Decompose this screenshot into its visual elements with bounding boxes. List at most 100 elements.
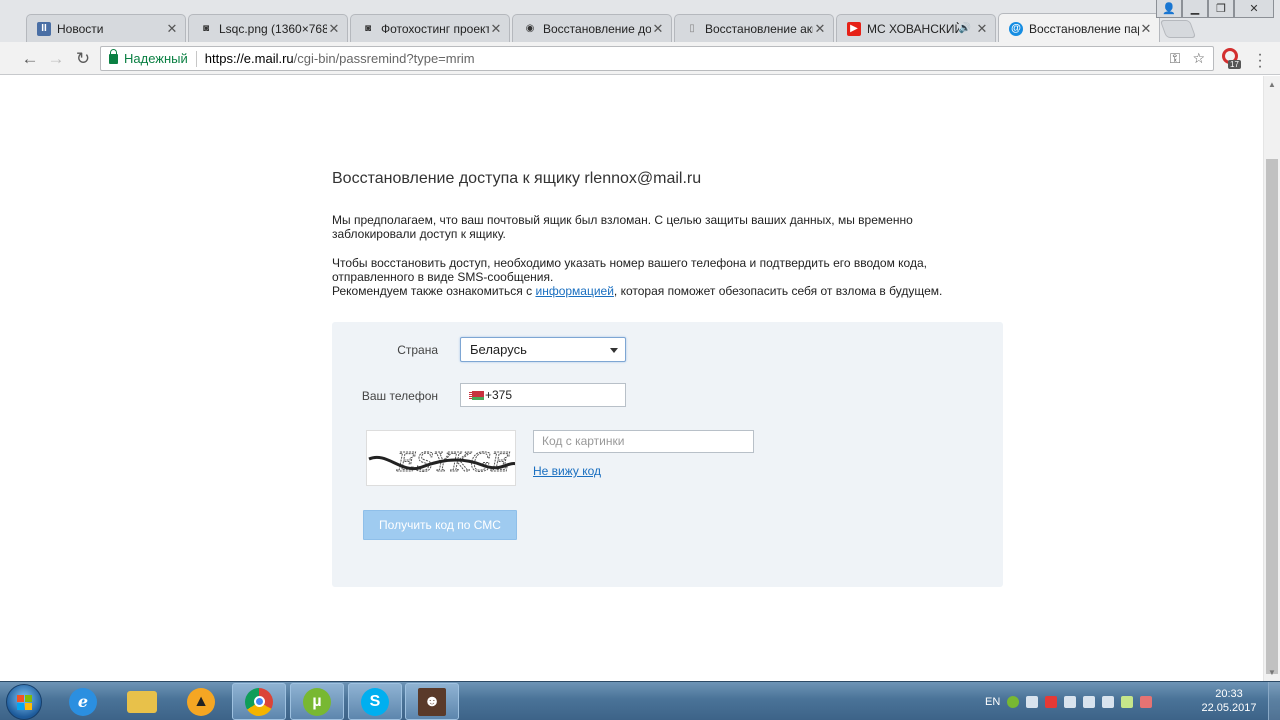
window-controls: 👤 ▁ ❐ ✕ [1156,0,1274,18]
internet-explorer-icon[interactable]: e [56,683,110,720]
system-tray: EN [985,682,1153,720]
page-title: Восстановление доступа к ящику rlennox@m… [332,170,702,187]
country-value: Беларусь [470,342,527,357]
skype-icon[interactable]: S [348,683,402,720]
close-icon[interactable]: ✕ [651,21,665,37]
utorrent-icon[interactable]: µ [290,683,344,720]
scroll-down-icon[interactable]: ▼ [1268,668,1276,677]
warning-icon[interactable] [1045,695,1058,708]
close-icon[interactable]: ✕ [489,21,503,37]
clock-date: 22.05.2017 [1201,702,1257,714]
network-icon[interactable] [1083,695,1096,708]
secure-label: Надежный [124,51,188,66]
close-icon[interactable]: ✕ [165,21,179,37]
tab-title: Восстановление акк [705,21,813,36]
tab-restore-password[interactable]: @ Восстановление пар ✕ [998,13,1160,43]
start-button[interactable] [6,684,42,720]
lock-icon [109,48,118,64]
hack-notice: Мы предполагаем, что ваш почтовый ящик б… [332,213,913,241]
country-label: Страна [397,343,438,357]
country-select[interactable]: Беларусь [460,337,626,362]
new-tab-button[interactable] [1159,20,1197,38]
opera-extension-icon[interactable]: 17 [1222,48,1242,69]
recommend-text: Рекомендуем также ознакомиться с [332,284,536,298]
file-explorer-icon[interactable] [115,683,169,720]
clock[interactable]: 20:33 22.05.2017 [1196,687,1262,715]
bookmark-star-icon[interactable]: ☆ [1192,50,1205,67]
belarus-flag-icon [469,391,484,400]
tab-photohosting[interactable]: ◙ Фотохостинг проект ✕ [350,14,510,42]
close-icon[interactable]: ✕ [1139,21,1153,37]
game-icon[interactable]: ☻ [405,683,459,720]
chevron-down-icon [610,348,618,353]
utorrent-tray-icon[interactable] [1007,695,1020,708]
url-path: /cgi-bin/passremind?type=mrim [293,51,475,66]
phone-input[interactable]: +375 [460,383,626,407]
menu-icon[interactable]: · · · [1256,47,1264,75]
key-icon[interactable]: ⚿ [1170,50,1181,67]
network-error-icon[interactable] [1140,695,1153,708]
close-icon[interactable]: ✕ [975,21,989,37]
language-indicator[interactable]: EN [985,696,1000,708]
tab-title: Восстановление дос [543,21,651,36]
user-icon[interactable]: 👤 [1156,0,1182,18]
windows-logo-icon [17,695,32,710]
battery-icon[interactable] [1064,695,1077,708]
recommend-text-end: , которая поможет обезопасить себя от вз… [613,284,943,298]
instructions-text: Чтобы восстановить доступ, необходимо ук… [332,256,927,284]
camera-icon: ◙ [364,23,372,34]
eye-icon: ◉ [525,23,535,34]
tab-news[interactable]: II Новости ✕ [26,14,186,42]
signal-icon[interactable] [1102,695,1115,708]
captcha-text: ESYKGE [396,448,510,478]
instructions: Чтобы восстановить доступ, необходимо ук… [332,256,952,298]
divider [195,50,197,67]
cant-see-code-link[interactable]: Не вижу код [533,464,601,478]
close-icon[interactable]: ✕ [813,21,827,37]
mailru-icon: @ [1009,21,1023,36]
tab-restore-account[interactable]: ▯ Восстановление акк ✕ [674,14,834,42]
tab-title: Новости [57,21,104,36]
tab-strip: II Новости ✕ ◙ Lsqc.png (1360×768) ✕ ◙ Ф… [0,0,1280,43]
browser-toolbar: ← → ↻ Надежный https://e.mail.ru /cgi-bi… [0,42,1280,75]
vertical-scrollbar[interactable]: ▲ ▼ [1263,76,1280,681]
minimize-button[interactable]: ▁ [1182,0,1208,18]
tab-title: Lsqc.png (1360×768) [219,21,327,36]
tab-restore-access[interactable]: ◉ Восстановление дос ✕ [512,14,672,42]
close-icon[interactable]: ✕ [327,21,341,37]
clock-time: 20:33 [1215,688,1243,700]
chrome-icon[interactable] [232,683,286,720]
close-window-button[interactable]: ✕ [1234,0,1274,18]
scrollbar-thumb[interactable] [1266,159,1278,674]
back-icon[interactable]: ← [19,49,41,69]
extension-badge: 17 [1228,60,1241,69]
tab-title: MC ХОВАНСКИЙ [867,21,959,36]
forward-icon[interactable]: → [45,49,67,69]
captcha-input[interactable]: Код с картинки [533,430,754,453]
tab-title: Восстановление пар [1029,21,1139,36]
reload-icon[interactable]: ↻ [72,49,94,69]
captcha-image: ESYKGE [366,430,516,486]
recovery-form: Страна Беларусь Ваш телефон +375 ESYKGE … [332,322,1003,587]
speaker-icon: 🔊 [958,23,971,34]
news-icon: II [37,21,51,36]
tab-title: Фотохостинг проект [381,21,489,36]
chat-icon[interactable] [1121,695,1134,708]
phone-value: +375 [485,388,513,402]
document-icon: ▯ [689,23,695,34]
camera-icon: ◙ [202,23,210,34]
youtube-icon: ▶ [847,21,861,36]
page-viewport: Восстановление доступа к ящику rlennox@m… [0,76,1280,681]
tab-youtube[interactable]: ▶ MC ХОВАНСКИЙ 🔊 ✕ [836,14,996,42]
show-desktop-button[interactable] [1268,682,1280,720]
info-link[interactable]: информацией [535,284,613,298]
url-host: https://e.mail.ru [204,51,294,66]
aimp-icon[interactable]: ▲ [174,683,228,720]
tab-image[interactable]: ◙ Lsqc.png (1360×768) ✕ [188,14,348,42]
address-bar[interactable]: Надежный https://e.mail.ru /cgi-bin/pass… [100,46,1214,71]
get-sms-code-button[interactable]: Получить код по СМС [363,510,517,540]
phone-label: Ваш телефон [361,389,438,403]
maximize-button[interactable]: ❐ [1208,0,1234,18]
scroll-up-icon[interactable]: ▲ [1268,80,1276,89]
volume-icon[interactable] [1026,695,1039,708]
